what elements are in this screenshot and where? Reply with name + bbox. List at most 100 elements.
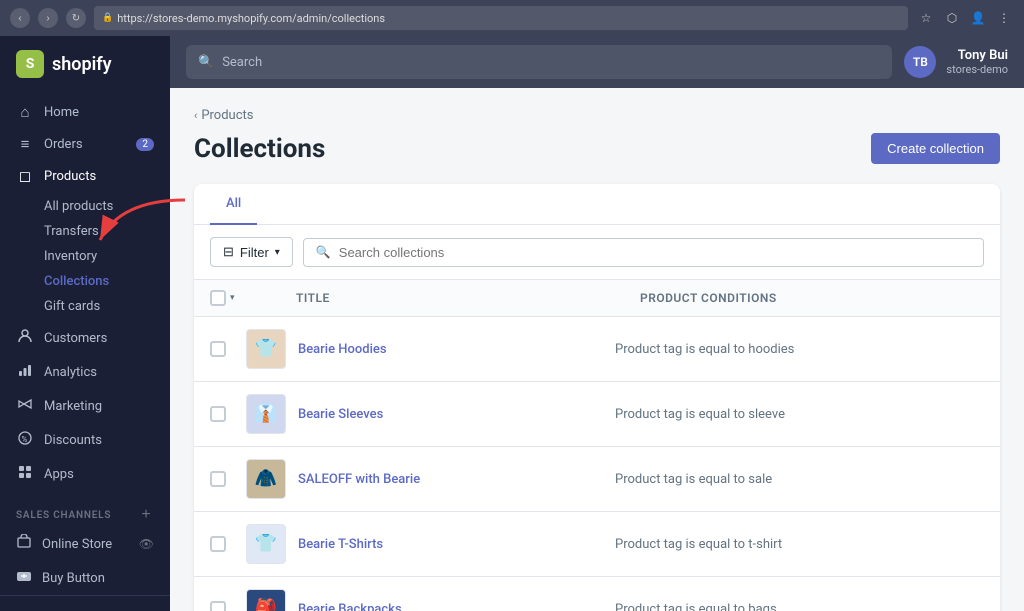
row-check-5[interactable] [210,601,226,611]
add-sales-channel-btn[interactable]: + [138,507,154,523]
filter-chevron-icon: ▾ [275,247,280,258]
customers-icon [16,328,34,348]
browser-back-btn[interactable]: ‹ [10,8,30,28]
filter-button[interactable]: ⊟ Filter ▾ [210,237,293,267]
collection-link-3[interactable]: SALEOFF with Bearie [298,472,420,487]
row-title-1: 👕 Bearie Hoodies [246,329,615,369]
filter-row: ⊟ Filter ▾ 🔍 [194,225,1000,280]
tab-all[interactable]: All [210,184,257,225]
th-title: Title [246,291,640,305]
row-checkbox-1 [210,341,246,357]
collections-card: All ⊟ Filter ▾ 🔍 [194,184,1000,611]
thumb-emoji-3: 🧥 [255,470,277,488]
url-text: https://stores-demo.myshopify.com/admin/… [117,12,385,25]
sidebar-item-online-store[interactable]: Online Store 👁 [0,527,170,561]
row-conditions-4: Product tag is equal to t-shirt [615,537,984,552]
menu-btn[interactable]: ⋮ [994,8,1014,28]
user-name: Tony Bui [946,48,1008,63]
discounts-icon: % [16,430,34,450]
buy-button-label: Buy Button [42,571,105,586]
shopify-logo: S [16,50,44,78]
filter-icon: ⊟ [223,244,234,260]
browser-refresh-btn[interactable]: ↻ [66,8,86,28]
select-chevron-icon[interactable]: ▾ [230,293,235,303]
user-info: Tony Bui stores-demo [946,48,1008,76]
sidebar-item-gift-cards[interactable]: Gift cards [0,294,170,319]
sidebar-item-transfers[interactable]: Transfers [0,219,170,244]
home-icon: ⌂ [16,103,34,121]
table-row[interactable]: 🎒 Bearie Backpacks Product tag is equal … [194,577,1000,611]
create-collection-button[interactable]: Create collection [871,133,1000,164]
collection-link-4[interactable]: Bearie T-Shirts [298,537,383,552]
table-row[interactable]: 🧥 SALEOFF with Bearie Product tag is equ… [194,447,1000,512]
sidebar-item-all-products[interactable]: All products [0,194,170,219]
table-header: ▾ Title Product conditions [194,280,1000,317]
sidebar-item-discounts[interactable]: % Discounts [0,423,170,457]
thumb-emoji-5: 🎒 [255,600,277,611]
product-thumb-3: 🧥 [246,459,286,499]
online-store-view-btn[interactable]: 👁 [139,537,154,551]
marketing-nav-label: Marketing [44,399,102,414]
user-btn[interactable]: 👤 [968,8,988,28]
url-bar: 🔒 https://stores-demo.myshopify.com/admi… [94,6,908,30]
table-row[interactable]: 👔 Bearie Sleeves Product tag is equal to… [194,382,1000,447]
thumb-emoji-4: 👕 [255,535,277,553]
select-all-checkbox[interactable] [210,290,226,306]
browser-forward-btn[interactable]: › [38,8,58,28]
collection-link-5[interactable]: Bearie Backpacks [298,602,402,611]
row-title-3: 🧥 SALEOFF with Bearie [246,459,615,499]
sidebar-item-analytics[interactable]: Analytics [0,355,170,389]
avatar[interactable]: TB [904,46,936,78]
sidebar-item-collections[interactable]: Collections [0,269,170,294]
row-checkbox-2 [210,406,246,422]
collection-link-2[interactable]: Bearie Sleeves [298,407,383,422]
buy-button-icon [16,568,32,588]
extensions-btn[interactable]: ⬡ [942,8,962,28]
tabs-bar: All [194,184,1000,225]
row-title-2: 👔 Bearie Sleeves [246,394,615,434]
collection-link-1[interactable]: Bearie Hoodies [298,342,387,357]
table-row[interactable]: 👕 Bearie Hoodies Product tag is equal to… [194,317,1000,382]
table-row[interactable]: 👕 Bearie T-Shirts Product tag is equal t… [194,512,1000,577]
lock-icon: 🔒 [102,13,113,23]
products-submenu: All products Transfers Inventory Collect… [0,192,170,321]
orders-icon: ≡ [16,135,34,153]
sidebar-item-apps[interactable]: Apps [0,457,170,491]
online-store-label: Online Store [42,537,112,552]
apps-nav-label: Apps [44,467,74,482]
row-check-3[interactable] [210,471,226,487]
sidebar-item-marketing[interactable]: Marketing [0,389,170,423]
analytics-nav-label: Analytics [44,365,97,380]
search-icon: 🔍 [198,55,214,70]
marketing-icon [16,396,34,416]
th-checkbox: ▾ [210,290,246,306]
sidebar: S shopify ⌂ Home ≡ Orders 2 ◻ Products A… [0,36,170,611]
sidebar-item-home[interactable]: ⌂ Home [0,96,170,128]
search-collections-box[interactable]: 🔍 [303,238,984,267]
sidebar-item-products-label: Products [44,169,96,184]
search-collections-input[interactable] [339,245,971,260]
row-checkbox-3 [210,471,246,487]
shopify-brand[interactable]: S shopify [0,36,170,92]
sidebar-item-customers[interactable]: Customers [0,321,170,355]
sidebar-item-buy-button[interactable]: Buy Button [0,561,170,595]
sidebar-item-orders[interactable]: ≡ Orders 2 [0,128,170,160]
row-check-4[interactable] [210,536,226,552]
transfers-label: Transfers [44,224,99,239]
search-box[interactable]: 🔍 Search [186,45,892,79]
sidebar-item-inventory[interactable]: Inventory [0,244,170,269]
sidebar-item-products[interactable]: ◻ Products [0,160,170,192]
product-thumb-5: 🎒 [246,589,286,611]
row-check-1[interactable] [210,341,226,357]
sidebar-item-settings[interactable]: ⚙ Settings [0,604,170,611]
row-check-2[interactable] [210,406,226,422]
sidebar-item-orders-label: Orders [44,137,83,152]
breadcrumb-chevron-icon: ‹ [194,109,197,122]
shopify-brand-text: shopify [52,54,112,75]
all-products-label: All products [44,199,113,214]
tab-all-label: All [226,196,241,211]
th-conditions: Product conditions [640,291,984,305]
bookmark-btn[interactable]: ☆ [916,8,936,28]
page-title: Collections [194,134,325,164]
breadcrumb-products-link[interactable]: Products [201,108,253,123]
